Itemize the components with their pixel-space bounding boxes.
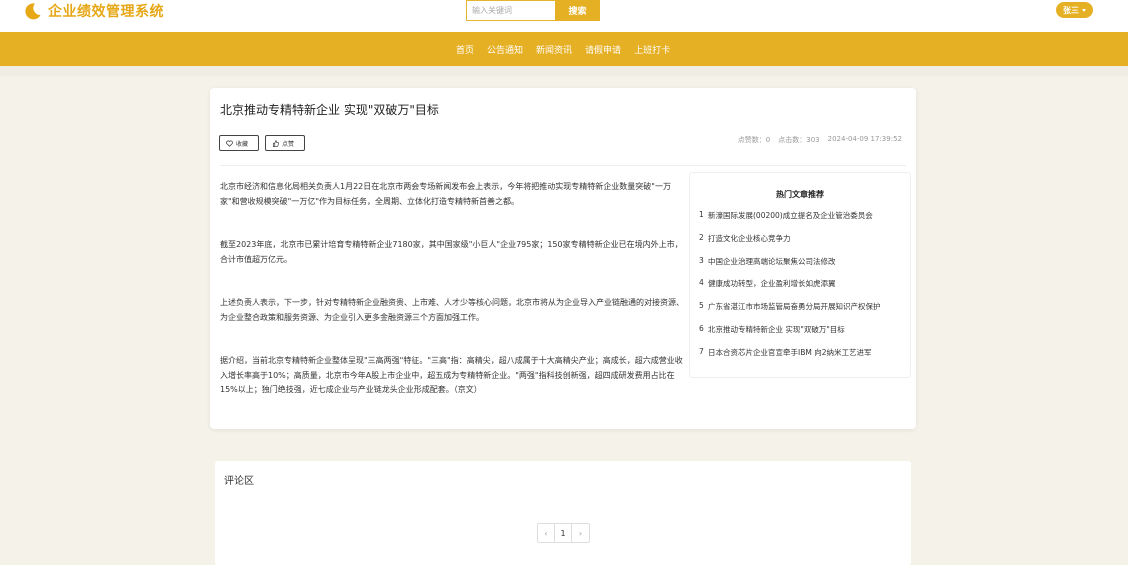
nav-item-home[interactable]: 首页	[456, 43, 474, 56]
logo[interactable]: 企业绩效管理系统	[24, 1, 164, 21]
moon-icon	[24, 2, 42, 20]
user-menu-button[interactable]: 张三	[1056, 2, 1093, 18]
article-paragraph: 上述负责人表示，下一步，针对专精特新企业融资贵、上市难、人才少等核心问题，北京市…	[220, 298, 684, 322]
hot-article-rank: 4	[699, 278, 704, 288]
hot-article-link[interactable]: 日本合资芯片企业官宣牵手IBM 向2纳米工艺进军	[708, 347, 871, 370]
favorite-button[interactable]: 收藏	[219, 135, 259, 151]
publish-datetime: 2024-04-09 17:39:52	[827, 135, 902, 143]
hot-article-item[interactable]: 6 北京推动专精特新企业 实现"双破万"目标	[699, 324, 904, 347]
like-count: 点赞数：0	[737, 136, 771, 144]
heart-icon	[226, 140, 233, 147]
hot-article-item[interactable]: 2 打造文化企业核心竞争力	[699, 233, 904, 256]
article-paragraph: 北京市经济和信息化局相关负责人1月22日在北京市两会专场新闻发布会上表示，今年将…	[220, 182, 671, 206]
app-title: 企业绩效管理系统	[48, 4, 164, 20]
pagination: ‹ 1 ›	[537, 523, 590, 543]
article-paragraph: 据介绍，当前北京专精特新企业整体呈现"三高两强"特征。"三高"指：高精尖，超八成…	[220, 356, 683, 394]
hot-article-rank: 6	[699, 323, 704, 333]
prev-page-button[interactable]: ‹	[538, 524, 555, 542]
search-bar: 搜索	[466, 0, 600, 21]
hot-article-link[interactable]: 广东省湛江市市场监管局奋勇分局开展知识产权保护	[708, 301, 881, 324]
user-name: 张三	[1063, 5, 1079, 15]
search-button[interactable]: 搜索	[555, 0, 600, 21]
hot-article-item[interactable]: 4 健康成功转型，企业盈利增长如虎添翼	[699, 278, 904, 301]
main-nav: 首页 公告通知 新闻资讯 请假申请 上班打卡	[0, 32, 1128, 66]
thumbs-up-icon	[273, 139, 279, 147]
hot-article-link[interactable]: 北京推动专精特新企业 实现"双破万"目标	[708, 324, 845, 347]
article-meta: 点赞数：0 点击数：303 2024-04-09 17:39:52	[730, 135, 902, 145]
hot-article-rank: 2	[699, 232, 704, 242]
hot-article-link[interactable]: 中国企业治理高端论坛聚焦公司法修改	[708, 256, 836, 279]
search-input[interactable]	[466, 0, 555, 21]
hot-article-link[interactable]: 新濠国际发展(00200)成立提名及企业管治委员会	[708, 210, 873, 233]
comment-section-title: 评论区	[224, 476, 254, 487]
hot-articles-list: 1 新濠国际发展(00200)成立提名及企业管治委员会 2 打造文化企业核心竞争力 …	[699, 210, 904, 370]
hot-article-rank: 3	[699, 255, 704, 265]
article-title: 北京推动专精特新企业 实现"双破万"目标	[220, 103, 439, 117]
page-number-button[interactable]: 1	[555, 524, 572, 542]
article-card: 北京推动专精特新企业 实现"双破万"目标 收藏 点赞 点赞数：0 点击数：303…	[210, 88, 916, 429]
click-count: 点击数：303	[778, 136, 820, 144]
nav-item-notices[interactable]: 公告通知	[487, 43, 523, 56]
article-paragraph: 截至2023年底，北京市已累计培育专精特新企业7180家，其中国家级"小巨人"企…	[220, 240, 683, 264]
nav-item-leave[interactable]: 请假申请	[585, 43, 621, 56]
hot-articles-panel: 热门文章推荐 1 新濠国际发展(00200)成立提名及企业管治委员会 2 打造文化企…	[689, 172, 911, 378]
favorite-label: 收藏	[236, 140, 249, 148]
nav-shadow-band	[0, 66, 1128, 76]
nav-item-checkin[interactable]: 上班打卡	[634, 43, 670, 56]
comment-section: 评论区 ‹ 1 ›	[215, 461, 911, 565]
hot-article-item[interactable]: 3 中国企业治理高端论坛聚焦公司法修改	[699, 256, 904, 279]
hot-article-link[interactable]: 打造文化企业核心竞争力	[708, 233, 791, 256]
nav-item-news[interactable]: 新闻资讯	[536, 43, 572, 56]
like-label: 点赞	[282, 140, 295, 148]
hot-article-link[interactable]: 健康成功转型，企业盈利增长如虎添翼	[708, 278, 836, 301]
hot-article-item[interactable]: 7 日本合资芯片企业官宣牵手IBM 向2纳米工艺进军	[699, 347, 904, 370]
hot-article-item[interactable]: 5 广东省湛江市市场监管局奋勇分局开展知识产权保护	[699, 301, 904, 324]
divider	[220, 165, 906, 166]
hot-article-rank: 5	[699, 301, 704, 311]
top-bar: 企业绩效管理系统 搜索 张三	[0, 0, 1128, 32]
hot-article-rank: 7	[699, 346, 704, 356]
article-body: 北京市经济和信息化局相关负责人1月22日在北京市两会专场新闻发布会上表示，今年将…	[220, 180, 684, 427]
hot-article-rank: 1	[699, 210, 704, 219]
next-page-button[interactable]: ›	[572, 524, 589, 542]
hot-article-item[interactable]: 1 新濠国际发展(00200)成立提名及企业管治委员会	[699, 210, 904, 233]
caret-down-icon	[1082, 8, 1086, 12]
hot-articles-title: 热门文章推荐	[776, 190, 824, 199]
like-button[interactable]: 点赞	[265, 135, 305, 151]
